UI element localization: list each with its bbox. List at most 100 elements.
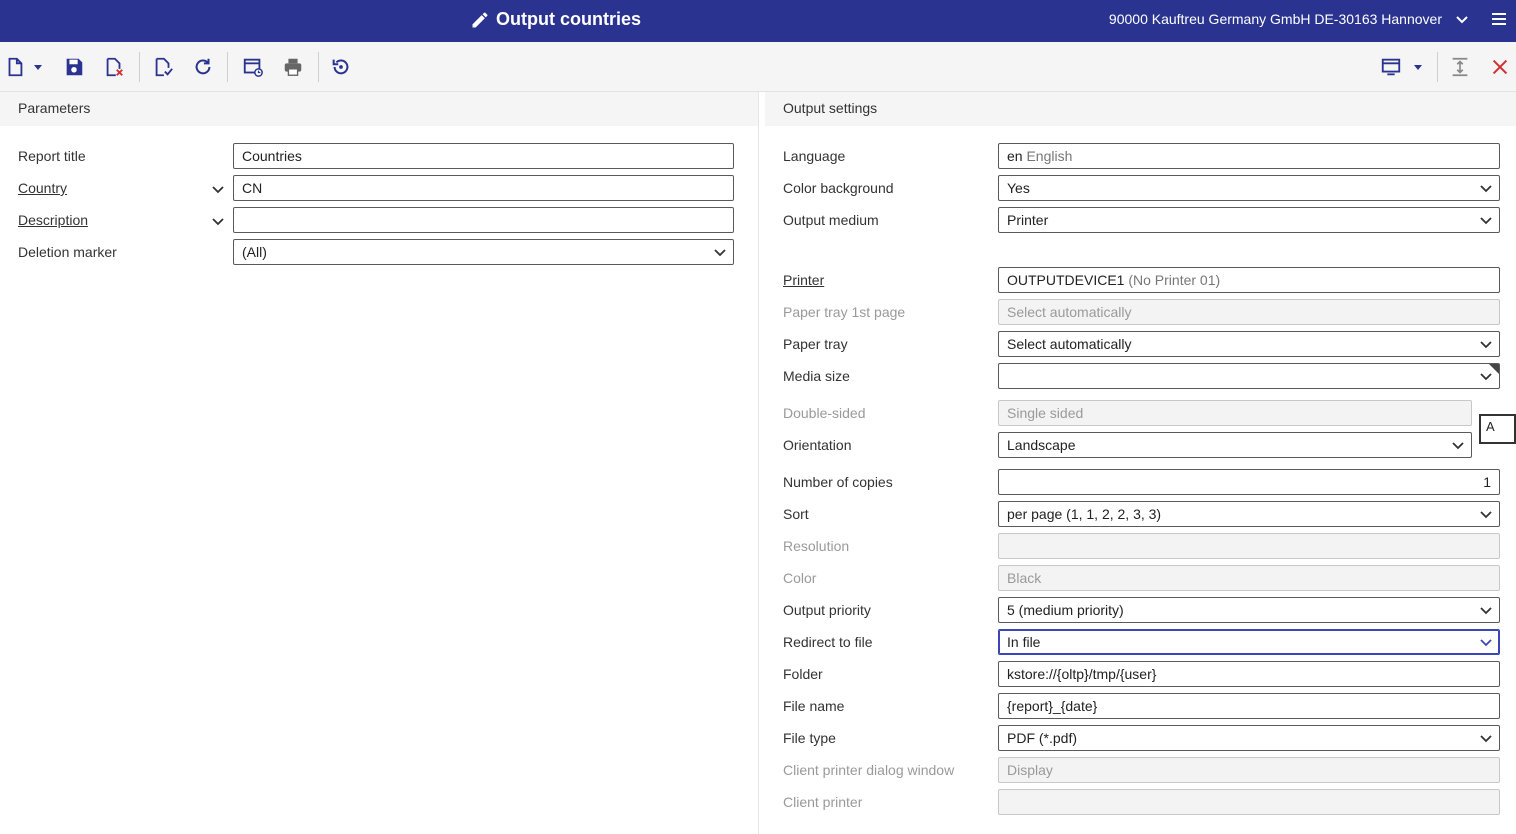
- toolbar-separator: [1437, 52, 1438, 82]
- edit-pencil-icon: [472, 11, 488, 27]
- chevron-down-icon: [1480, 639, 1492, 647]
- output-settings-section-header: Output settings: [765, 92, 1516, 126]
- color-input: Black: [998, 565, 1500, 591]
- description-chevron-down-icon[interactable]: [211, 214, 225, 228]
- printer-value: OUTPUTDEVICE1: [1007, 272, 1125, 288]
- orientation-select[interactable]: Landscape: [998, 432, 1472, 458]
- toolbar-separator: [318, 52, 319, 82]
- orientation-label: Orientation: [783, 437, 852, 453]
- redirect-label: Redirect to file: [783, 634, 873, 650]
- deletion-marker-value: (All): [242, 244, 267, 260]
- file-type-label: File type: [783, 730, 836, 746]
- paper-tray-first-input: Select automatically: [998, 299, 1500, 325]
- client-printer-input: [998, 789, 1500, 815]
- expand-vertical-icon[interactable]: [1447, 54, 1473, 80]
- chevron-down-icon: [1452, 442, 1464, 450]
- sort-label: Sort: [783, 506, 809, 522]
- client-dialog-label: Client printer dialog window: [783, 762, 955, 778]
- report-title-label: Report title: [18, 148, 86, 164]
- language-input[interactable]: en English: [998, 143, 1500, 169]
- media-size-select[interactable]: [998, 363, 1500, 389]
- title-bar: Output countries 90000 Kauftreu Germany …: [0, 0, 1516, 42]
- output-medium-label: Output medium: [783, 212, 879, 228]
- color-background-select[interactable]: Yes: [998, 175, 1500, 201]
- printer-input[interactable]: OUTPUTDEVICE1 (No Printer 01): [998, 267, 1500, 293]
- chevron-down-icon: [1480, 185, 1492, 193]
- deletion-marker-label: Deletion marker: [18, 244, 117, 260]
- close-icon[interactable]: [1487, 54, 1513, 80]
- output-priority-select[interactable]: 5 (medium priority): [998, 597, 1500, 623]
- report-title-input[interactable]: Countries: [233, 143, 734, 169]
- reset-history-icon[interactable]: [328, 54, 354, 80]
- redirect-value: In file: [1007, 634, 1041, 650]
- paper-tray-select[interactable]: Select automatically: [998, 331, 1500, 357]
- printer-description: (No Printer 01): [1128, 272, 1221, 288]
- sort-value: per page (1, 1, 2, 2, 3, 3): [1007, 506, 1162, 522]
- double-sided-label: Double-sided: [783, 405, 866, 421]
- paper-tray-label: Paper tray: [783, 336, 848, 352]
- schedule-icon[interactable]: [240, 54, 266, 80]
- file-name-input[interactable]: {report}_{date}: [998, 693, 1500, 719]
- view-dropdown-icon[interactable]: [1410, 54, 1426, 80]
- deletion-marker-select[interactable]: (All): [233, 239, 734, 265]
- double-sided-input: Single sided: [998, 400, 1472, 426]
- language-code: en: [1007, 148, 1023, 164]
- folder-input[interactable]: kstore://{oltp}/tmp/{user}: [998, 661, 1500, 687]
- client-printer-label: Client printer: [783, 794, 863, 810]
- file-type-select[interactable]: PDF (*.pdf): [998, 725, 1500, 751]
- side-panel-button[interactable]: A: [1479, 414, 1516, 444]
- country-input[interactable]: CN: [233, 175, 734, 201]
- resolution-input: [998, 533, 1500, 559]
- output-priority-label: Output priority: [783, 602, 871, 618]
- paper-tray-first-label: Paper tray 1st page: [783, 304, 906, 320]
- chevron-down-icon: [714, 249, 726, 257]
- media-size-label: Media size: [783, 368, 850, 384]
- copies-label: Number of copies: [783, 474, 893, 490]
- file-type-value: PDF (*.pdf): [1007, 730, 1078, 746]
- client-dialog-input: Display: [998, 757, 1500, 783]
- output-medium-select[interactable]: Printer: [998, 207, 1500, 233]
- output-priority-value: 5 (medium priority): [1007, 602, 1124, 618]
- check-document-icon[interactable]: [150, 54, 176, 80]
- chevron-down-icon: [1480, 341, 1492, 349]
- company-label[interactable]: 90000 Kauftreu Germany GmbH DE-30163 Han…: [1109, 11, 1442, 27]
- language-label: Language: [783, 148, 846, 164]
- paper-tray-value: Select automatically: [1007, 336, 1132, 352]
- chevron-down-icon: [1480, 511, 1492, 519]
- redirect-select[interactable]: In file: [998, 629, 1500, 655]
- toolbar-separator: [139, 52, 140, 82]
- refresh-icon[interactable]: [190, 54, 216, 80]
- color-label: Color: [783, 570, 817, 586]
- orientation-value: Landscape: [1007, 437, 1076, 453]
- chevron-down-icon: [1480, 607, 1492, 615]
- page-title: Output countries: [470, 9, 641, 30]
- resolution-label: Resolution: [783, 538, 850, 554]
- new-dropdown-icon[interactable]: [30, 54, 46, 80]
- copies-input[interactable]: 1: [998, 469, 1500, 495]
- new-document-icon[interactable]: [2, 54, 28, 80]
- column-divider: [758, 92, 759, 834]
- chevron-down-icon: [1480, 735, 1492, 743]
- toolbar-separator: [227, 52, 228, 82]
- hamburger-menu-icon[interactable]: [1490, 10, 1508, 28]
- description-label[interactable]: Description: [18, 212, 88, 228]
- folder-label: Folder: [783, 666, 823, 682]
- language-name: English: [1026, 148, 1073, 164]
- country-label[interactable]: Country: [18, 180, 67, 196]
- print-icon[interactable]: [280, 54, 306, 80]
- parameters-section-header: Parameters: [0, 92, 758, 126]
- view-layout-icon[interactable]: [1378, 54, 1404, 80]
- page-title-text: Output countries: [496, 9, 641, 29]
- sort-select[interactable]: per page (1, 1, 2, 2, 3, 3): [998, 501, 1500, 527]
- toolbar: [0, 42, 1516, 92]
- description-input[interactable]: [233, 207, 734, 233]
- color-background-label: Color background: [783, 180, 894, 196]
- chevron-down-icon: [1480, 217, 1492, 225]
- company-chevron-down-icon[interactable]: [1454, 11, 1470, 27]
- chevron-down-icon: [1480, 373, 1492, 381]
- country-chevron-down-icon[interactable]: [211, 182, 225, 196]
- printer-label[interactable]: Printer: [783, 272, 824, 288]
- delete-document-icon[interactable]: [101, 54, 127, 80]
- save-icon[interactable]: [61, 54, 87, 80]
- color-background-value: Yes: [1007, 180, 1030, 196]
